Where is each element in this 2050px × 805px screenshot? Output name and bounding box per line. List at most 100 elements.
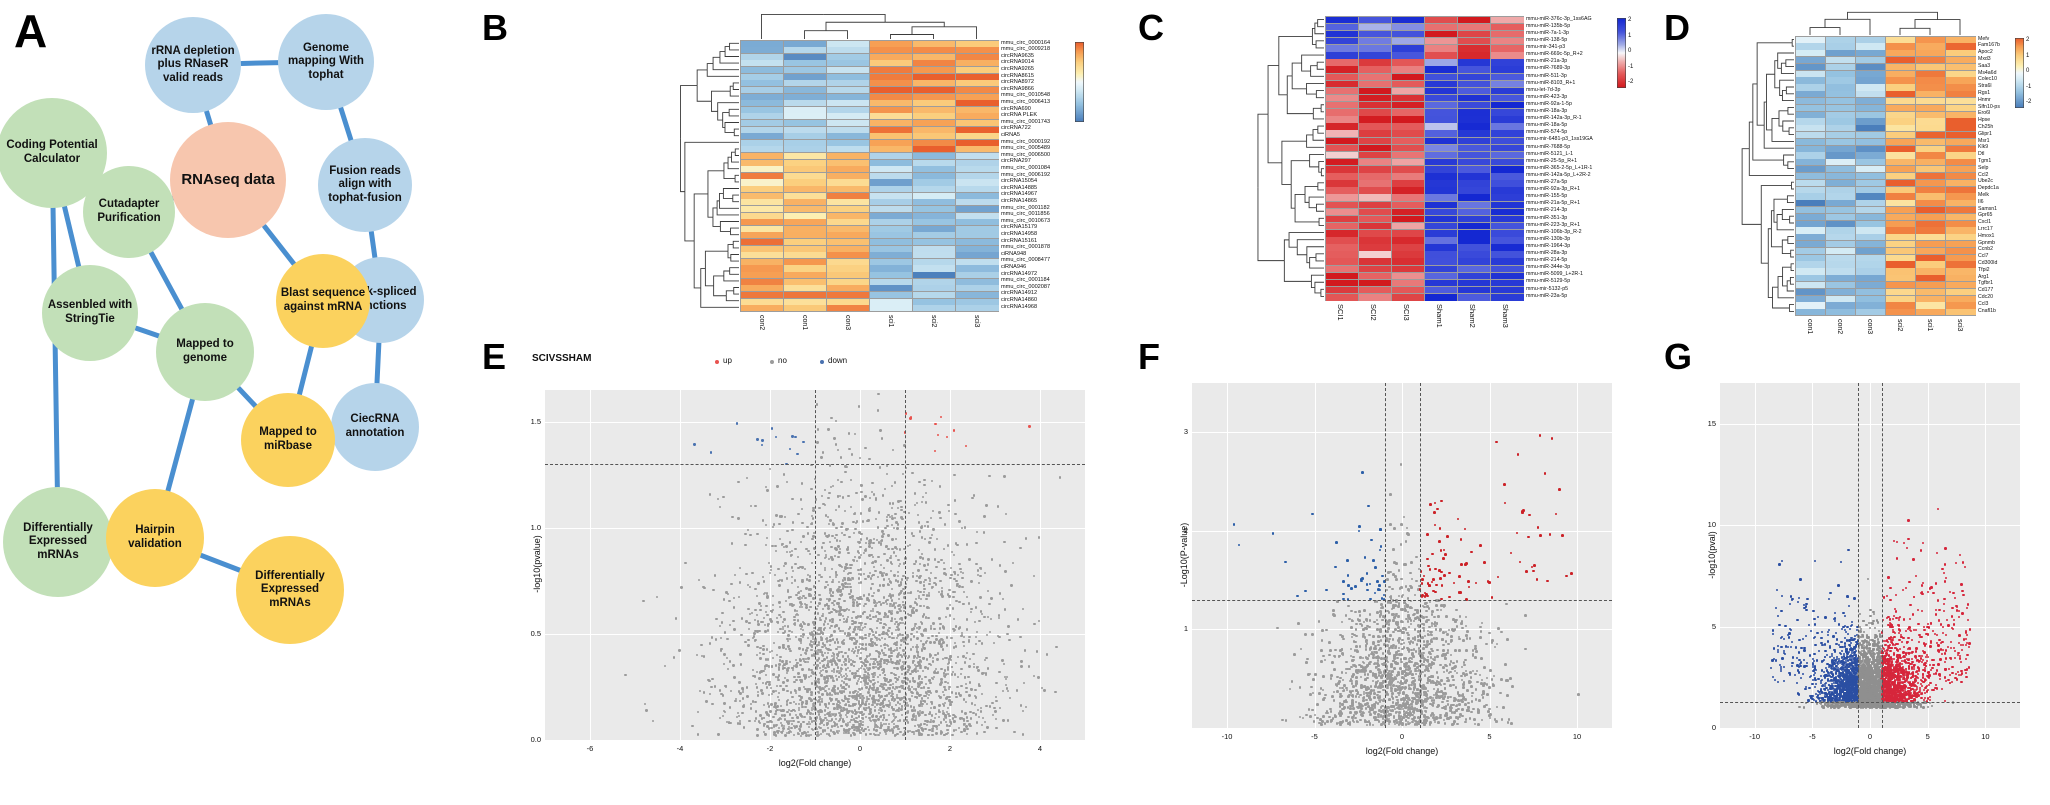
volcano-point xyxy=(757,623,760,626)
workflow-node-rrna[interactable]: rRNA depletion plus RNaseR valid reads xyxy=(145,17,241,113)
volcano-point xyxy=(1284,719,1288,722)
workflow-node-blast[interactable]: Blast sequence against mRNA xyxy=(276,254,370,348)
workflow-node-mapped_genome[interactable]: Mapped to genome xyxy=(156,303,254,401)
volcano-point xyxy=(817,657,820,660)
heatmap-cell xyxy=(1424,180,1458,187)
workflow-node-hairpin[interactable]: Hairpin validation xyxy=(106,489,204,587)
volcano-point xyxy=(803,567,807,571)
volcano-point xyxy=(871,555,875,559)
volcano-point xyxy=(989,617,993,621)
volcano-point xyxy=(968,665,971,668)
heatmap-cell xyxy=(826,119,870,126)
workflow-node-coding[interactable]: Coding Potential Calculator xyxy=(0,98,107,208)
volcano-point xyxy=(775,723,778,726)
volcano-point xyxy=(663,665,666,668)
legend-marker-up xyxy=(715,360,719,364)
volcano-point xyxy=(806,525,809,529)
volcano-point xyxy=(1001,690,1005,693)
volcano-point xyxy=(794,692,797,695)
volcano-point xyxy=(832,659,835,662)
volcano-point xyxy=(1281,718,1284,722)
workflow-node-diff_mrna_green[interactable]: Differentially Expressed mRNAs xyxy=(3,487,113,597)
volcano-point xyxy=(844,465,847,468)
workflow-node-circrna_anno[interactable]: CiecRNA annotation xyxy=(331,383,419,471)
volcano-point xyxy=(860,664,864,668)
volcano-point xyxy=(1043,689,1046,692)
workflow-node-diff_mrna_yellow[interactable]: Differentially Expressed mRNAs xyxy=(236,536,344,644)
volcano-point xyxy=(864,636,867,640)
heatmap-row-label: mmu-miR-135b-5p xyxy=(1526,22,1571,29)
volcano-point xyxy=(901,633,904,637)
volcano-point xyxy=(975,721,979,724)
volcano-point xyxy=(764,523,768,527)
heatmap-cell xyxy=(1885,254,1916,261)
workflow-node-mirbase[interactable]: Mapped to miRbase xyxy=(241,393,335,487)
workflow-node-stringtie[interactable]: Assenbled with StringTie xyxy=(42,265,138,361)
volcano-point xyxy=(938,511,941,514)
volcano-point xyxy=(953,499,957,502)
volcano-point xyxy=(975,541,978,545)
heatmap-cell xyxy=(1358,279,1392,287)
volcano-point xyxy=(894,601,898,605)
volcano-point xyxy=(950,673,954,676)
heatmap-cell xyxy=(1457,144,1491,152)
volcano-point xyxy=(943,688,947,691)
volcano-point xyxy=(755,670,759,673)
volcano-point xyxy=(868,496,871,499)
volcano-point xyxy=(991,713,995,717)
volcano-point xyxy=(920,501,923,504)
heatmap-cell xyxy=(1946,193,1976,200)
volcano-point xyxy=(891,594,895,597)
heatmap-cell xyxy=(869,93,913,100)
workflow-node-genome_map[interactable]: Genome mapping With tophat xyxy=(278,14,374,110)
volcano-point xyxy=(872,541,875,544)
volcano-point xyxy=(863,562,867,565)
volcano-point xyxy=(823,532,826,535)
volcano-point xyxy=(1448,663,1452,666)
heatmap-cell xyxy=(1325,52,1359,59)
volcano-point xyxy=(906,721,910,724)
gridline-vertical xyxy=(1314,383,1316,728)
heatmap-cell xyxy=(1855,77,1886,84)
volcano-point xyxy=(788,660,792,664)
heatmap-cell xyxy=(783,205,827,212)
heatmap-cell xyxy=(1946,70,1976,77)
volcano-point xyxy=(864,547,868,551)
volcano-point xyxy=(1387,623,1391,626)
volcano-point xyxy=(939,580,942,583)
heatmap-cell xyxy=(1424,251,1458,258)
heatmap-cell xyxy=(1915,57,1946,64)
volcano-point xyxy=(1358,614,1362,617)
workflow-node-rnaseq[interactable]: RNAseq data xyxy=(170,122,286,238)
volcano-point xyxy=(731,542,734,545)
volcano-point xyxy=(872,607,875,610)
volcano-point xyxy=(970,717,973,720)
heatmap-cell xyxy=(783,245,827,252)
heatmap-cell xyxy=(1795,200,1826,207)
volcano-point xyxy=(878,673,882,677)
heatmap-cell xyxy=(1855,172,1886,180)
volcano-point xyxy=(889,557,892,560)
volcano-point xyxy=(950,573,953,576)
volcano-point xyxy=(1463,663,1467,667)
volcano-point xyxy=(1351,689,1355,693)
heatmap-row-label: mmu-miR-5121_L-1 xyxy=(1526,150,1574,157)
volcano-point xyxy=(874,560,877,563)
volcano-point xyxy=(769,719,772,722)
volcano-point xyxy=(1004,677,1007,680)
workflow-node-fusion[interactable]: Fusion reads align with tophat-fusion xyxy=(318,138,412,232)
volcano-point xyxy=(1334,565,1337,569)
heatmap-cell xyxy=(1855,281,1886,289)
volcano-point xyxy=(1406,532,1409,535)
heatmap-cell xyxy=(1424,265,1458,273)
panel-c-mirna-heatmap: C mmu-miR-376c-3p_1ss6AG mmu-miR-135b-5p m… xyxy=(1130,0,1660,335)
volcano-point xyxy=(774,713,777,716)
volcano-point xyxy=(1385,622,1388,625)
heatmap-row-label: mmu-miR-669c-5p_R+2 xyxy=(1526,51,1583,58)
volcano-point xyxy=(732,596,736,600)
volcano-point xyxy=(819,618,822,622)
volcano-point xyxy=(756,728,759,731)
volcano-point xyxy=(1342,580,1345,583)
volcano-point xyxy=(818,593,821,597)
heatmap-cell xyxy=(912,80,956,87)
